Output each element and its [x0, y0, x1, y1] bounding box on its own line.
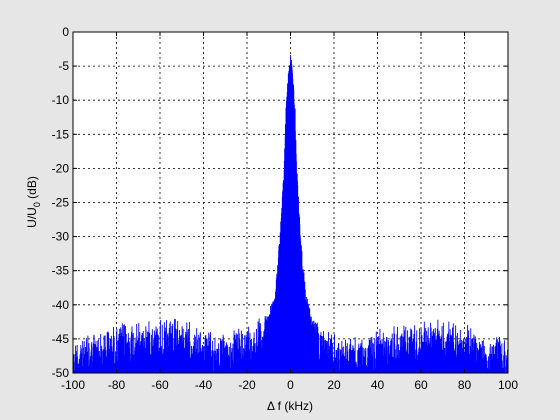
y-tick-label: -10: [52, 93, 70, 107]
y-axis-label-unit: (dB): [25, 176, 39, 202]
y-axis-label-main: U/U: [25, 207, 39, 228]
x-axis-label: Δ f (kHz): [267, 399, 313, 413]
x-tick-label: -100: [61, 378, 85, 392]
y-tick-label: -5: [58, 59, 69, 73]
y-tick-label: -35: [52, 264, 70, 278]
x-tick-label: 80: [458, 378, 472, 392]
y-tick-label: -40: [52, 298, 70, 312]
y-tick-label: -45: [52, 332, 70, 346]
x-tick-label: 100: [498, 378, 518, 392]
spectrum-figure: -100 -80 -60 -40 -20 0 20 40 60 80 100 0 -5 -10 -15 -2…: [0, 0, 560, 420]
y-tick-label: -25: [52, 196, 70, 210]
y-tick-label: -50: [52, 366, 70, 380]
x-tick-label: 20: [327, 378, 341, 392]
x-tick-label: -60: [151, 378, 169, 392]
x-tick-label: 0: [287, 378, 294, 392]
x-tick-label: 60: [414, 378, 428, 392]
y-tick-label: -30: [52, 230, 70, 244]
x-tick-label: -20: [238, 378, 256, 392]
y-tick-label: -20: [52, 161, 70, 175]
x-tick-label: -40: [195, 378, 213, 392]
y-tick-label: 0: [62, 25, 69, 39]
y-tick-label: -15: [52, 127, 70, 141]
x-tick-label: -80: [108, 378, 126, 392]
x-tick-label: 40: [371, 378, 385, 392]
